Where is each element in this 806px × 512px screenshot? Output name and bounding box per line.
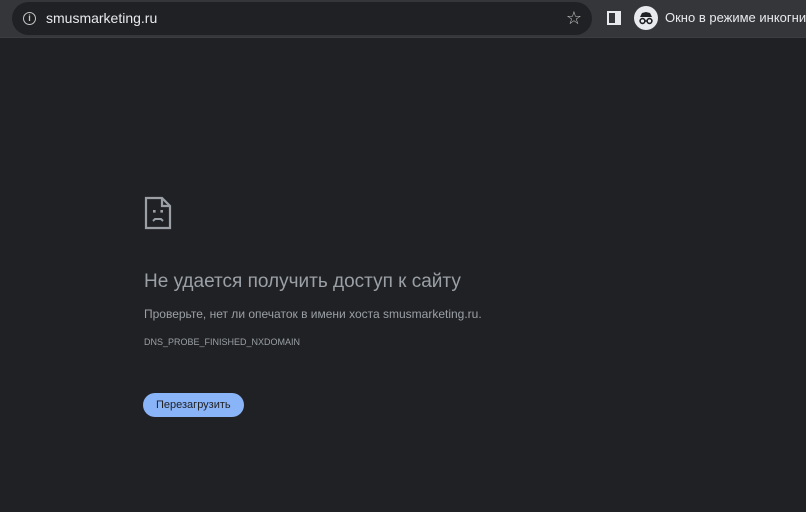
error-page: Не удается получить доступ к сайту Прове… (0, 39, 806, 512)
info-icon[interactable]: i (23, 12, 36, 25)
browser-toolbar: i smusmarketing.ru ☆ Окно в режиме инког… (0, 0, 806, 38)
reload-button[interactable]: Перезагрузить (143, 393, 244, 417)
sad-page-icon (144, 196, 172, 235)
error-title: Не удается получить доступ к сайту (144, 271, 461, 292)
star-icon[interactable]: ☆ (565, 7, 583, 29)
error-code: DNS_PROBE_FINISHED_NXDOMAIN (144, 337, 301, 347)
incognito-indicator[interactable]: Окно в режиме инкогнито (632, 5, 806, 31)
error-description: Проверьте, нет ли опечаток в имени хоста… (144, 307, 482, 321)
address-bar[interactable]: i smusmarketing.ru ☆ (12, 2, 592, 35)
side-panel-icon[interactable] (607, 11, 621, 25)
incognito-label: Окно в режиме инкогнито (665, 10, 806, 25)
incognito-icon (634, 6, 658, 30)
url-text[interactable]: smusmarketing.ru (46, 10, 157, 27)
